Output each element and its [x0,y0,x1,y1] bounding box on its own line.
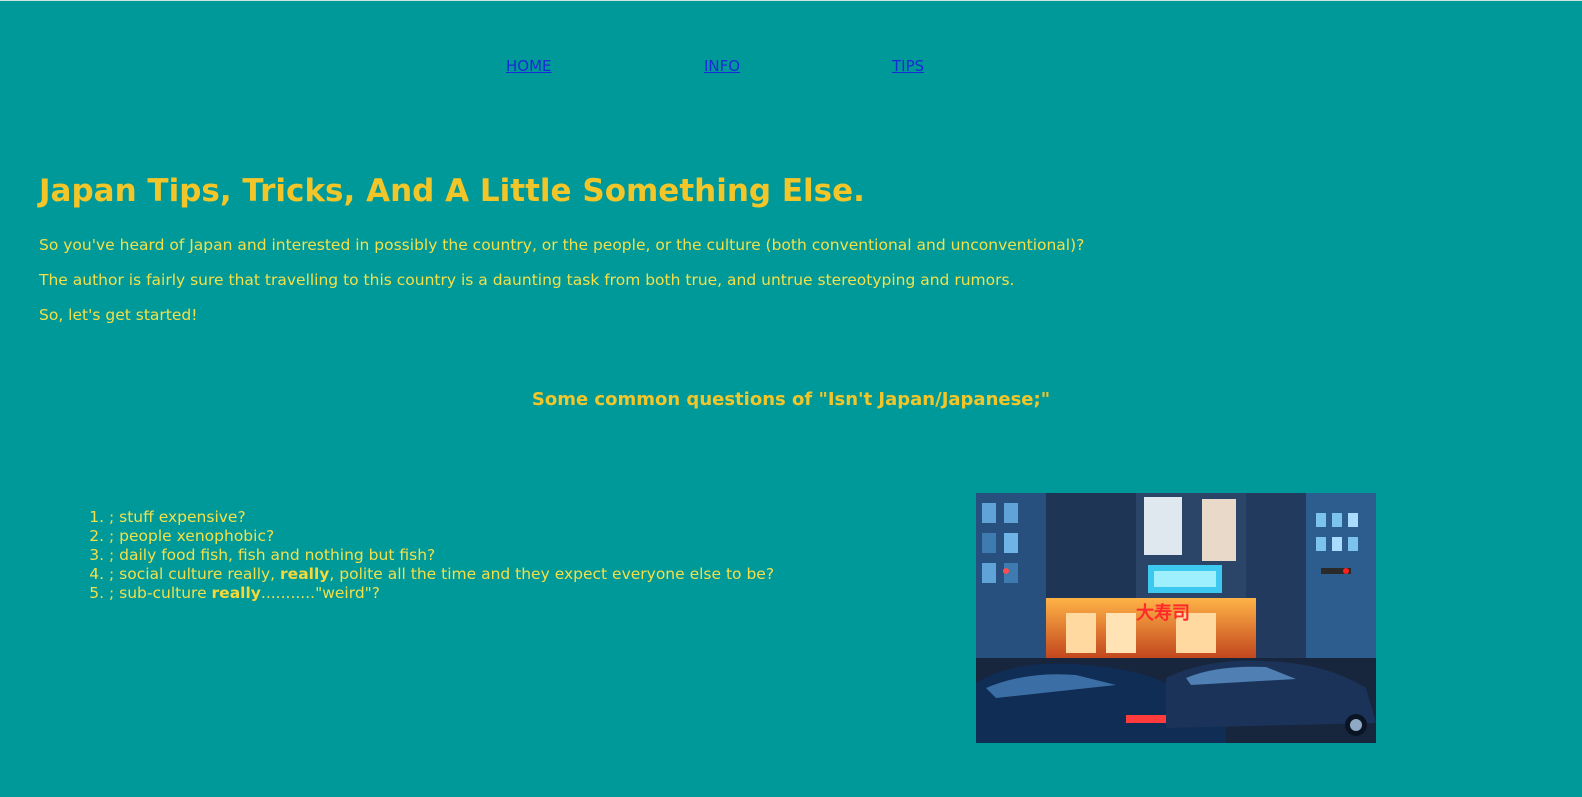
questions-heading: Some common questions of "Isn't Japan/Ja… [531,389,1051,410]
nav-link-tips[interactable]: TIPS [892,57,924,75]
questions-list: ; stuff expensive? ; people xenophobic? … [0,508,774,603]
question-emphasis: really [280,565,330,583]
question-text-after: , polite all the time and they expect ev… [329,565,775,583]
tokyo-street-photo: 大寿司 [976,493,1376,743]
page-title: Japan Tips, Tricks, And A Little Somethi… [39,173,865,209]
nav-link-home[interactable]: HOME [506,57,552,75]
nav-link-info[interactable]: INFO [704,57,740,75]
question-item-3: ; daily food fish, fish and nothing but … [109,546,774,565]
question-item-4: ; social culture really, really, polite … [109,565,774,584]
question-text: ; daily food fish, fish and nothing but … [109,546,436,564]
question-text: ; people xenophobic? [109,527,275,545]
question-emphasis: really [211,584,261,602]
question-text: ; stuff expensive? [109,508,246,526]
question-text-after: ..........."weird"? [260,584,381,602]
photo-sign-text: 大寿司 [1136,602,1190,624]
question-item-1: ; stuff expensive? [109,508,774,527]
intro-paragraph-2: The author is fairly sure that travellin… [39,271,1015,289]
question-text-before: ; sub-culture [109,584,212,602]
intro-paragraph-3: So, let's get started! [39,306,198,324]
question-item-5: ; sub-culture really..........."weird"? [109,584,774,603]
intro-paragraph-1: So you've heard of Japan and interested … [39,236,1085,254]
question-item-2: ; people xenophobic? [109,527,774,546]
question-text-before: ; social culture really, [109,565,281,583]
